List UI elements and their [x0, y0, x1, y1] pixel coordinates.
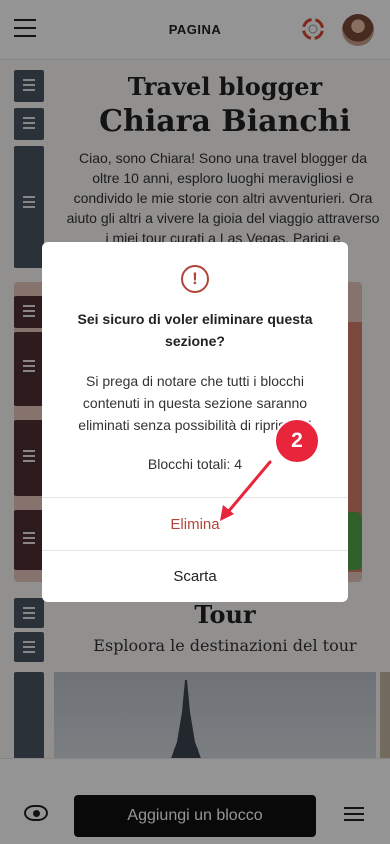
step-number-badge: 2	[274, 418, 320, 464]
annotation-arrow-icon	[220, 460, 272, 521]
